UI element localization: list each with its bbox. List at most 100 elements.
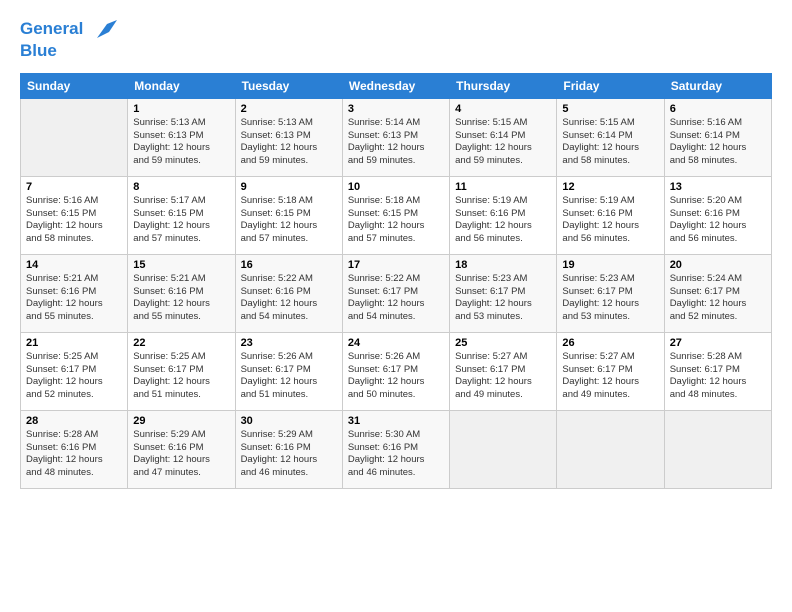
calendar-cell: 13 Sunrise: 5:20 AM Sunset: 6:16 PM Dayli… [664,176,771,254]
logo-general: General [20,19,83,38]
logo-bird-icon [87,16,117,42]
calendar-cell: 8 Sunrise: 5:17 AM Sunset: 6:15 PM Daylig… [128,176,235,254]
cell-info: Sunrise: 5:21 AM Sunset: 6:16 PM Dayligh… [133,273,229,324]
cell-info: Sunrise: 5:19 AM Sunset: 6:16 PM Dayligh… [455,195,551,246]
logo-blue: Blue [20,42,117,61]
page-container: General Blue SundayMondayTuesdayWednesda… [0,0,792,499]
calendar-cell: 30 Sunrise: 5:29 AM Sunset: 6:16 PM Dayli… [235,410,342,488]
day-number: 24 [348,337,444,349]
day-number: 21 [26,337,122,349]
calendar-cell: 14 Sunrise: 5:21 AM Sunset: 6:16 PM Dayli… [21,254,128,332]
col-header-sunday: Sunday [21,73,128,98]
col-header-tuesday: Tuesday [235,73,342,98]
cell-info: Sunrise: 5:19 AM Sunset: 6:16 PM Dayligh… [562,195,658,246]
logo: General Blue [20,16,117,61]
calendar-cell: 2 Sunrise: 5:13 AM Sunset: 6:13 PM Daylig… [235,98,342,176]
day-number: 18 [455,259,551,271]
cell-info: Sunrise: 5:17 AM Sunset: 6:15 PM Dayligh… [133,195,229,246]
cell-info: Sunrise: 5:13 AM Sunset: 6:13 PM Dayligh… [241,117,337,168]
day-number: 19 [562,259,658,271]
calendar-cell: 4Sunrise: 5:15 AM Sunset: 6:14 PM Daylig… [450,98,557,176]
col-header-thursday: Thursday [450,73,557,98]
cell-info: Sunrise: 5:18 AM Sunset: 6:15 PM Dayligh… [241,195,337,246]
calendar-cell: 3 Sunrise: 5:14 AM Sunset: 6:13 PM Daylig… [342,98,449,176]
calendar-table: SundayMondayTuesdayWednesdayThursdayFrid… [20,73,772,489]
cell-info: Sunrise: 5:15 AM Sunset: 6:14 PM Dayligh… [562,117,658,168]
calendar-cell [557,410,664,488]
cell-info: Sunrise: 5:30 AM Sunset: 6:16 PM Dayligh… [348,429,444,480]
day-number: 6 [670,103,766,115]
calendar-cell: 10 Sunrise: 5:18 AM Sunset: 6:15 PM Dayli… [342,176,449,254]
calendar-cell: 6 Sunrise: 5:16 AM Sunset: 6:14 PM Daylig… [664,98,771,176]
day-number: 3 [348,103,444,115]
calendar-cell: 7 Sunrise: 5:16 AM Sunset: 6:15 PM Daylig… [21,176,128,254]
day-number: 23 [241,337,337,349]
day-number: 14 [26,259,122,271]
day-number: 1 [133,103,229,115]
day-number: 15 [133,259,229,271]
calendar-cell: 18 Sunrise: 5:23 AM Sunset: 6:17 PM Dayli… [450,254,557,332]
cell-info: Sunrise: 5:23 AM Sunset: 6:17 PM Dayligh… [455,273,551,324]
cell-info: Sunrise: 5:29 AM Sunset: 6:16 PM Dayligh… [133,429,229,480]
day-number: 9 [241,181,337,193]
calendar-cell: 16Sunrise: 5:22 AM Sunset: 6:16 PM Dayli… [235,254,342,332]
calendar-cell: 19Sunrise: 5:23 AM Sunset: 6:17 PM Dayli… [557,254,664,332]
cell-info: Sunrise: 5:14 AM Sunset: 6:13 PM Dayligh… [348,117,444,168]
day-number: 30 [241,415,337,427]
calendar-cell: 29 Sunrise: 5:29 AM Sunset: 6:16 PM Dayli… [128,410,235,488]
calendar-cell: 9 Sunrise: 5:18 AM Sunset: 6:15 PM Daylig… [235,176,342,254]
cell-info: Sunrise: 5:13 AM Sunset: 6:13 PM Dayligh… [133,117,229,168]
calendar-cell: 17Sunrise: 5:22 AM Sunset: 6:17 PM Dayli… [342,254,449,332]
calendar-cell: 31 Sunrise: 5:30 AM Sunset: 6:16 PM Dayli… [342,410,449,488]
day-number: 27 [670,337,766,349]
day-number: 25 [455,337,551,349]
calendar-cell: 24 Sunrise: 5:26 AM Sunset: 6:17 PM Dayli… [342,332,449,410]
day-number: 13 [670,181,766,193]
cell-info: Sunrise: 5:20 AM Sunset: 6:16 PM Dayligh… [670,195,766,246]
day-number: 28 [26,415,122,427]
cell-info: Sunrise: 5:25 AM Sunset: 6:17 PM Dayligh… [133,351,229,402]
calendar-header-row: SundayMondayTuesdayWednesdayThursdayFrid… [21,73,772,98]
col-header-monday: Monday [128,73,235,98]
cell-info: Sunrise: 5:16 AM Sunset: 6:14 PM Dayligh… [670,117,766,168]
day-number: 2 [241,103,337,115]
day-number: 29 [133,415,229,427]
day-number: 8 [133,181,229,193]
calendar-cell [450,410,557,488]
page-header: General Blue [20,16,772,61]
day-number: 26 [562,337,658,349]
col-header-wednesday: Wednesday [342,73,449,98]
day-number: 22 [133,337,229,349]
day-number: 5 [562,103,658,115]
cell-info: Sunrise: 5:26 AM Sunset: 6:17 PM Dayligh… [348,351,444,402]
day-number: 31 [348,415,444,427]
calendar-cell: 5 Sunrise: 5:15 AM Sunset: 6:14 PM Daylig… [557,98,664,176]
calendar-cell: 22 Sunrise: 5:25 AM Sunset: 6:17 PM Dayli… [128,332,235,410]
cell-info: Sunrise: 5:27 AM Sunset: 6:17 PM Dayligh… [455,351,551,402]
day-number: 16 [241,259,337,271]
cell-info: Sunrise: 5:25 AM Sunset: 6:17 PM Dayligh… [26,351,122,402]
calendar-week-row: 7 Sunrise: 5:16 AM Sunset: 6:15 PM Daylig… [21,176,772,254]
cell-info: Sunrise: 5:21 AM Sunset: 6:16 PM Dayligh… [26,273,122,324]
calendar-cell: 1 Sunrise: 5:13 AM Sunset: 6:13 PM Daylig… [128,98,235,176]
cell-info: Sunrise: 5:28 AM Sunset: 6:16 PM Dayligh… [26,429,122,480]
day-number: 4 [455,103,551,115]
day-number: 7 [26,181,122,193]
cell-info: Sunrise: 5:24 AM Sunset: 6:17 PM Dayligh… [670,273,766,324]
calendar-cell: 15 Sunrise: 5:21 AM Sunset: 6:16 PM Dayli… [128,254,235,332]
calendar-cell [21,98,128,176]
calendar-cell: 27 Sunrise: 5:28 AM Sunset: 6:17 PM Dayli… [664,332,771,410]
day-number: 17 [348,259,444,271]
cell-info: Sunrise: 5:16 AM Sunset: 6:15 PM Dayligh… [26,195,122,246]
cell-info: Sunrise: 5:29 AM Sunset: 6:16 PM Dayligh… [241,429,337,480]
day-number: 10 [348,181,444,193]
cell-info: Sunrise: 5:28 AM Sunset: 6:17 PM Dayligh… [670,351,766,402]
calendar-week-row: 1 Sunrise: 5:13 AM Sunset: 6:13 PM Daylig… [21,98,772,176]
calendar-cell: 28 Sunrise: 5:28 AM Sunset: 6:16 PM Dayli… [21,410,128,488]
calendar-week-row: 14 Sunrise: 5:21 AM Sunset: 6:16 PM Dayli… [21,254,772,332]
calendar-week-row: 28 Sunrise: 5:28 AM Sunset: 6:16 PM Dayli… [21,410,772,488]
day-number: 11 [455,181,551,193]
calendar-cell [664,410,771,488]
calendar-cell: 25 Sunrise: 5:27 AM Sunset: 6:17 PM Dayli… [450,332,557,410]
cell-info: Sunrise: 5:18 AM Sunset: 6:15 PM Dayligh… [348,195,444,246]
